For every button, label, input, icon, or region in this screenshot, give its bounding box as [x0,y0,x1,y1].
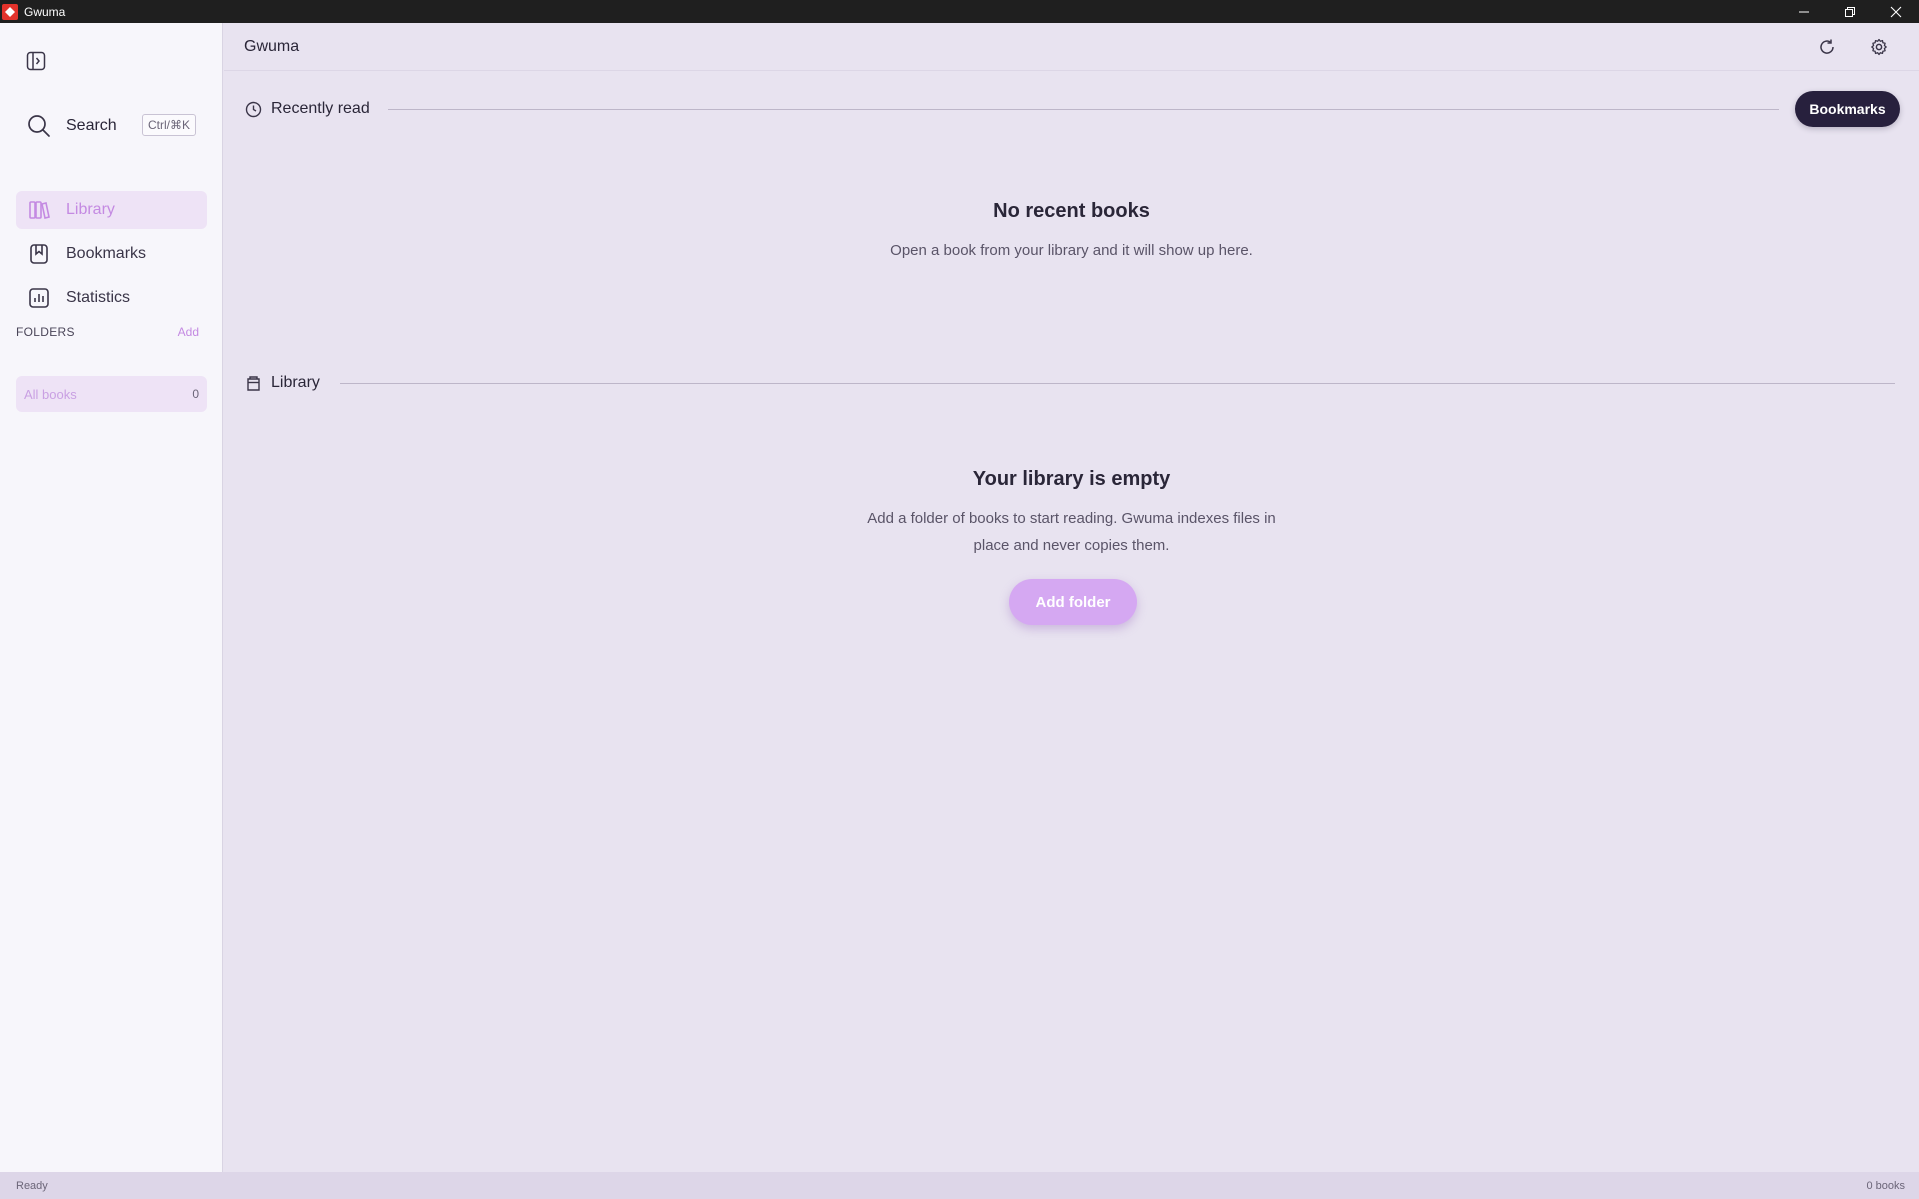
restore-button[interactable] [1827,0,1873,23]
window-controls [1781,0,1919,23]
section-divider [388,109,1779,110]
refresh-button[interactable] [1815,35,1839,59]
folder-count: 0 [192,387,199,401]
add-folder-button[interactable]: Add folder [1009,579,1137,625]
recent-empty-text: Open a book from your library and it wil… [890,242,1253,259]
sidebar-toggle-button[interactable] [24,49,48,73]
minimize-button[interactable] [1781,0,1827,23]
minimize-icon [1799,11,1809,12]
recently-read-header: Recently read [244,97,370,121]
search-label: Search [66,117,117,134]
close-icon [1890,6,1902,17]
close-button[interactable] [1873,0,1919,23]
main-content: Gwuma Recently read Bookmarks No recent … [224,23,1919,1172]
sidebar-item-bookmarks[interactable]: Bookmarks [16,235,207,273]
bookmarks-button[interactable]: Bookmarks [1795,91,1900,127]
book-count: 0 books [1866,1179,1905,1192]
status-text: Ready [16,1179,48,1192]
search-button[interactable]: Search Ctrl/⌘K [26,111,196,141]
recent-empty-title: No recent books [993,200,1150,222]
sidebar: Search Ctrl/⌘K Library Bookmarks Statist… [0,23,223,1172]
gear-icon [1871,38,1887,56]
library-header: Library [244,371,320,395]
sidebar-item-statistics[interactable]: Statistics [16,279,207,317]
statistics-icon [28,287,50,309]
search-icon [28,115,50,137]
section-divider [340,383,1895,384]
sidebar-item-label: Bookmarks [66,245,147,262]
sidebar-item-label: Statistics [66,289,131,306]
window-title: Gwuma [24,4,66,19]
settings-button[interactable] [1867,35,1891,59]
library-empty-title: Your library is empty [972,468,1171,490]
app-logo-icon [2,3,18,20]
library-empty-text-line-1: Add a folder of books to start reading. … [867,510,1276,527]
folders-header: FOLDERS Add [16,325,199,339]
library-icon [28,199,50,221]
section-title: Library [271,374,320,391]
status-bar: Ready 0 books [0,1172,1919,1199]
add-folder-link[interactable]: Add [178,325,199,339]
refresh-icon [1820,39,1834,54]
sidebar-toggle-icon [26,51,46,71]
search-shortcut-badge: Ctrl/⌘K [142,114,196,136]
clock-icon [244,100,262,118]
window-titlebar: Gwuma [0,0,1919,23]
restore-icon [1845,6,1855,17]
page-title: Gwuma [244,38,300,55]
sidebar-item-label: Library [66,201,115,218]
sidebar-nav: Library Bookmarks Statistics [16,191,207,323]
folder-item-all-books[interactable]: All books 0 [16,376,207,412]
sidebar-item-library[interactable]: Library [16,191,207,229]
library-section-icon [244,374,262,392]
top-bar: Gwuma [224,23,1919,71]
section-title: Recently read [271,100,370,117]
folder-label: All books [24,386,77,402]
bookmark-icon [28,243,50,265]
library-empty-text-line-2: place and never copies them. [973,537,1170,554]
folders-title: FOLDERS [16,325,75,339]
